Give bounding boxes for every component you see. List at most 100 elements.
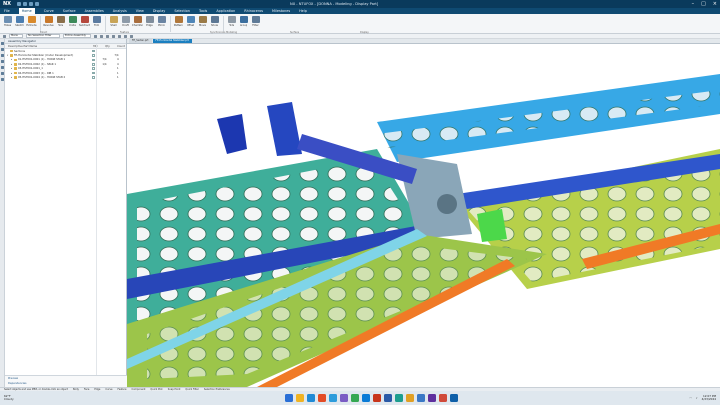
maximize-icon[interactable]: □ bbox=[701, 1, 706, 7]
menu-rhinoceros[interactable]: Rhinoceros bbox=[244, 9, 263, 13]
assembly-navigator-icon[interactable] bbox=[1, 42, 4, 45]
snap-point-icon[interactable] bbox=[124, 34, 127, 38]
save-icon[interactable] bbox=[17, 2, 22, 6]
ribbon-hole-button[interactable]: Hole bbox=[55, 16, 66, 32]
ribbon-button-label: Offset bbox=[186, 24, 195, 27]
ribbon-pattern-button[interactable]: Pattern bbox=[173, 16, 184, 32]
taskbar-app-icon[interactable] bbox=[362, 394, 370, 402]
web-browser-icon[interactable] bbox=[1, 78, 4, 81]
nx-logo: NX bbox=[3, 1, 12, 7]
clock[interactable]: 12:07 PM 4/23/2024 bbox=[702, 394, 716, 401]
ribbon-edge-button[interactable]: Edge bbox=[144, 16, 155, 32]
volume-icon[interactable]: ♪ bbox=[696, 396, 698, 400]
ribbon-offset-button[interactable]: Offset bbox=[185, 16, 196, 32]
menu-selection[interactable]: Selection bbox=[174, 9, 190, 13]
taskbar-app-icon[interactable] bbox=[351, 394, 359, 402]
edge-icon bbox=[145, 16, 154, 23]
menu-assemblies[interactable]: Assemblies bbox=[85, 9, 104, 13]
ribbon-hide-button[interactable]: Hide bbox=[226, 16, 237, 32]
ribbon-revolve-button[interactable]: Revolve bbox=[43, 16, 54, 32]
title-bar: NX NX - NTUFOX - [DONNA - Modeling - Dis… bbox=[0, 0, 720, 8]
snap-midpoint-icon[interactable] bbox=[106, 34, 109, 38]
close-icon[interactable]: × bbox=[713, 1, 717, 7]
taskbar-app-icon[interactable] bbox=[285, 394, 293, 402]
taskbar-app-icon[interactable] bbox=[329, 394, 337, 402]
ribbon-extrude-button[interactable]: Extrude bbox=[26, 16, 37, 32]
snap-endpoint-icon[interactable] bbox=[100, 34, 103, 38]
taskbar-app-icon[interactable] bbox=[417, 394, 425, 402]
menu-dropdown[interactable]: Menu bbox=[9, 34, 23, 38]
roles-icon[interactable] bbox=[1, 72, 4, 75]
hide-icon bbox=[227, 16, 236, 23]
tree-row[interactable]: ▸ 05-HST001-0004 (1) - HORIZ STAB 21 bbox=[5, 75, 126, 79]
dependencies-panel-toggle[interactable]: Dependencies bbox=[5, 381, 127, 386]
wifi-icon[interactable]: ◠ bbox=[689, 396, 691, 400]
ribbon-filter-button[interactable]: Filter bbox=[250, 16, 261, 32]
snap-center-icon[interactable] bbox=[112, 34, 115, 38]
tab-fe-sedan[interactable]: FE_Sedan.prt bbox=[129, 38, 152, 43]
view-orient-icon[interactable] bbox=[130, 34, 133, 38]
minimize-icon[interactable]: – bbox=[692, 1, 695, 7]
reuse-library-icon[interactable] bbox=[1, 60, 4, 63]
menu-curve[interactable]: Curve bbox=[44, 9, 54, 13]
column-header-qty[interactable]: Qty bbox=[102, 44, 114, 48]
menu-application[interactable]: Application bbox=[216, 9, 235, 13]
mo-checkbox[interactable] bbox=[92, 76, 95, 79]
taskbar-app-icon[interactable] bbox=[395, 394, 403, 402]
taskbar-app-icon[interactable] bbox=[307, 394, 315, 402]
ribbon-sketch-button[interactable]: Sketch bbox=[14, 16, 25, 32]
column-header-name[interactable]: Descriptive Part Name bbox=[5, 44, 90, 48]
menu-view[interactable]: View bbox=[136, 9, 144, 13]
taskbar-app-icon[interactable] bbox=[439, 394, 447, 402]
tab-horizontal-stabilizer[interactable]: FE-Horizontal Stabilizer.prt bbox=[152, 38, 192, 43]
history-icon[interactable] bbox=[1, 66, 4, 69]
ribbon-unite-button[interactable]: Unite bbox=[67, 16, 78, 32]
snap-icon[interactable] bbox=[94, 34, 97, 38]
constraint-navigator-icon[interactable] bbox=[1, 54, 4, 57]
tree-row-label: 03-HST001-0001_1 bbox=[18, 67, 43, 71]
ribbon-holes-button[interactable]: Holes bbox=[2, 16, 13, 32]
windows-taskbar: 62°F Cloudy ◠ ♪ 12:07 PM 4/23/2024 bbox=[0, 391, 720, 405]
column-header-count[interactable]: Count bbox=[114, 44, 126, 48]
weather-widget[interactable]: 62°F Cloudy bbox=[4, 394, 14, 401]
taskbar-app-icon[interactable] bbox=[406, 394, 414, 402]
taskbar-app-icon[interactable] bbox=[384, 394, 392, 402]
menu-help[interactable]: Help bbox=[299, 9, 307, 13]
menu-icon[interactable] bbox=[3, 34, 6, 38]
mo-checkbox[interactable] bbox=[92, 49, 95, 53]
menu-display[interactable]: Display bbox=[153, 9, 166, 13]
menu-file[interactable]: File bbox=[4, 9, 10, 13]
graphics-viewport[interactable] bbox=[127, 44, 720, 387]
snap-intersection-icon[interactable] bbox=[118, 34, 121, 38]
menu-milestones[interactable]: Milestones bbox=[272, 9, 290, 13]
component-icon bbox=[14, 67, 17, 71]
taskbar-app-icon[interactable] bbox=[428, 394, 436, 402]
ribbon-trim-button[interactable]: Trim bbox=[91, 16, 102, 32]
ribbon-chamfer-button[interactable]: Chamfer bbox=[132, 16, 143, 32]
ribbon-draft-button[interactable]: Draft bbox=[120, 16, 131, 32]
ribbon-move-button[interactable]: Move bbox=[197, 16, 208, 32]
mirror-icon bbox=[157, 16, 166, 23]
ribbon-subtract-button[interactable]: Subtract bbox=[79, 16, 90, 32]
ribbon-show-button[interactable]: Show bbox=[209, 16, 220, 32]
menu-surface[interactable]: Surface bbox=[63, 9, 76, 13]
taskbar-app-icon[interactable] bbox=[450, 394, 458, 402]
redo-icon[interactable] bbox=[29, 2, 34, 6]
menu-tools[interactable]: Tools bbox=[199, 9, 207, 13]
taskbar-app-icon[interactable] bbox=[318, 394, 326, 402]
mo-checkbox[interactable] bbox=[92, 54, 95, 57]
part-navigator-icon[interactable] bbox=[1, 48, 4, 51]
mo-checkbox[interactable] bbox=[92, 67, 95, 71]
selection-filter-dropdown[interactable]: No Selection Filter bbox=[26, 34, 60, 38]
taskbar-app-icon[interactable] bbox=[296, 394, 304, 402]
ribbon-group-button[interactable]: Group bbox=[238, 16, 249, 32]
mo-checkbox[interactable] bbox=[92, 71, 95, 75]
selection-scope-dropdown[interactable]: Entire Assembly bbox=[63, 34, 91, 38]
menu-analysis[interactable]: Analysis bbox=[113, 9, 127, 13]
taskbar-app-icon[interactable] bbox=[340, 394, 348, 402]
undo-icon[interactable] bbox=[23, 2, 28, 6]
window-icon[interactable] bbox=[35, 2, 40, 6]
ribbon-shell-button[interactable]: Shell bbox=[108, 16, 119, 32]
ribbon-mirror-button[interactable]: Mirror bbox=[156, 16, 167, 32]
taskbar-app-icon[interactable] bbox=[373, 394, 381, 402]
